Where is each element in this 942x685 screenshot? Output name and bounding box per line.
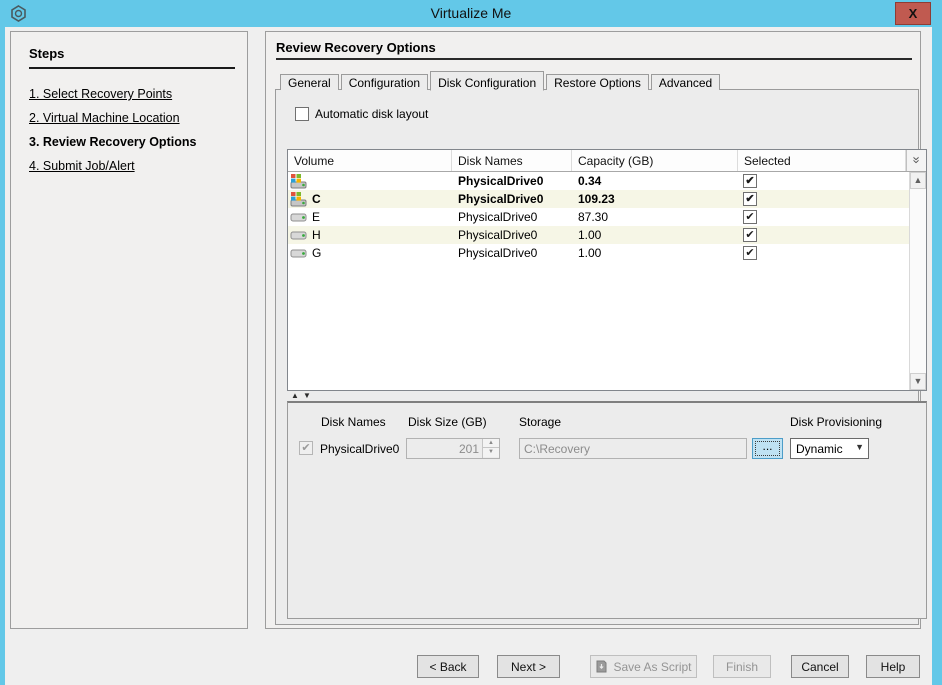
table-row[interactable]: G PhysicalDrive0 1.00 ✔ [288,244,909,262]
disk-name-cell: PhysicalDrive0 [452,210,572,224]
disk-names-label: Disk Names [321,415,386,429]
column-header-selected[interactable]: Selected [738,150,906,171]
table-row[interactable]: H PhysicalDrive0 1.00 ✔ [288,226,909,244]
double-chevron-icon: » [906,156,926,163]
window-border-right [932,27,942,685]
volume-name: C [312,192,321,206]
disk-provisioning-label: Disk Provisioning [790,415,882,429]
next-button[interactable]: Next > [497,655,560,678]
volume-name: H [312,228,321,242]
step-review-recovery-options: 3. Review Recovery Options [29,135,237,149]
drive-icon [290,227,308,243]
column-header-volume[interactable]: Volume [288,150,452,171]
drive-icon [290,209,308,225]
disk-name-value: PhysicalDrive0 [320,442,399,456]
step-select-recovery-points[interactable]: 1. Select Recovery Points [29,87,237,101]
help-button[interactable]: Help [866,655,920,678]
system-drive-icon [290,173,308,189]
table-row[interactable]: C PhysicalDrive0 109.23 ✔ [288,190,909,208]
capacity-cell: 0.34 [572,174,738,188]
volume-table-header: Volume Disk Names Capacity (GB) Selected… [288,150,926,172]
main-panel: Review Recovery Options General Configur… [265,31,921,629]
vertical-scrollbar[interactable]: ▲ ▼ [909,172,926,390]
disk-configuration-tab-panel: ✔ Automatic disk layout Volume Disk Name… [275,89,919,625]
splitter-collapse-down-icon[interactable]: ▼ [303,391,311,400]
table-row[interactable]: E PhysicalDrive0 87.30 ✔ [288,208,909,226]
automatic-disk-layout-label: Automatic disk layout [315,107,428,121]
step-virtual-machine-location[interactable]: 2. Virtual Machine Location [29,111,237,125]
heading-rule [276,58,912,60]
scroll-up-icon[interactable]: ▲ [910,172,926,189]
script-icon [595,660,608,673]
disk-name-cell: PhysicalDrive0 [452,228,572,242]
page-title: Review Recovery Options [276,40,436,55]
finish-button: Finish [713,655,771,678]
disk-name-cell: PhysicalDrive0 [452,246,572,260]
drive-icon [290,245,308,261]
steps-heading: Steps [29,46,235,69]
volume-table-body: PhysicalDrive0 0.34 ✔ C Physica [288,172,909,390]
window-title: Virtualize Me [0,5,942,21]
disk-provisioning-select[interactable]: Dynamic ▼ [790,438,869,459]
row-selected-checkbox[interactable]: ✔ [743,228,757,242]
back-button[interactable]: < Back [417,655,479,678]
tab-strip: General Configuration Disk Configuration… [280,71,722,90]
column-chooser-button[interactable]: » [906,150,926,171]
column-header-disk-names[interactable]: Disk Names [452,150,572,171]
close-button[interactable]: X [895,2,931,25]
tab-restore-options[interactable]: Restore Options [546,74,649,90]
capacity-cell: 87.30 [572,210,738,224]
spin-up-icon[interactable]: ▲ [483,439,499,448]
disk-name-cell: PhysicalDrive0 [452,174,572,188]
row-selected-checkbox[interactable]: ✔ [743,210,757,224]
column-header-capacity[interactable]: Capacity (GB) [572,150,738,171]
title-bar: Virtualize Me X [0,0,942,27]
volume-name: E [312,210,320,224]
disk-include-checkbox: ✔ [299,441,313,455]
row-selected-checkbox[interactable]: ✔ [743,174,757,188]
capacity-cell: 109.23 [572,192,738,206]
tab-advanced[interactable]: Advanced [651,74,720,90]
table-row[interactable]: PhysicalDrive0 0.34 ✔ [288,172,909,190]
panel-splitter[interactable]: ▲ ▼ [287,393,927,401]
save-as-script-button: Save As Script [590,655,697,678]
disk-properties-panel: Disk Names Disk Size (GB) Storage Disk P… [287,401,927,619]
disk-name-cell: PhysicalDrive0 [452,192,572,206]
tab-general[interactable]: General [280,74,339,90]
tab-configuration[interactable]: Configuration [341,74,428,90]
capacity-cell: 1.00 [572,228,738,242]
steps-sidebar: Steps 1. Select Recovery Points 2. Virtu… [10,31,248,629]
system-drive-icon [290,191,308,207]
row-selected-checkbox[interactable]: ✔ [743,246,757,260]
save-as-script-label: Save As Script [613,660,691,674]
step-submit-job-alert[interactable]: 4. Submit Job/Alert [29,159,237,173]
chevron-down-icon: ▼ [855,442,864,452]
splitter-collapse-up-icon[interactable]: ▲ [291,391,299,400]
disk-size-input[interactable] [407,439,481,458]
spin-down-icon[interactable]: ▼ [483,448,499,457]
automatic-disk-layout-checkbox[interactable]: ✔ [295,107,309,121]
volume-table: Volume Disk Names Capacity (GB) Selected… [287,149,927,391]
tab-disk-configuration[interactable]: Disk Configuration [430,71,544,91]
automatic-disk-layout-row: ✔ Automatic disk layout [295,107,428,121]
row-selected-checkbox[interactable]: ✔ [743,192,757,206]
capacity-cell: 1.00 [572,246,738,260]
cancel-button[interactable]: Cancel [791,655,849,678]
storage-label: Storage [519,415,561,429]
disk-size-label: Disk Size (GB) [408,415,487,429]
scroll-down-icon[interactable]: ▼ [910,373,926,390]
disk-provisioning-value: Dynamic [796,442,843,456]
storage-path-input[interactable] [519,438,747,459]
volume-name: G [312,246,321,260]
disk-size-spinner: ▲ ▼ [406,438,500,459]
window-border-left [0,27,5,685]
browse-button[interactable]: ... [752,438,783,459]
